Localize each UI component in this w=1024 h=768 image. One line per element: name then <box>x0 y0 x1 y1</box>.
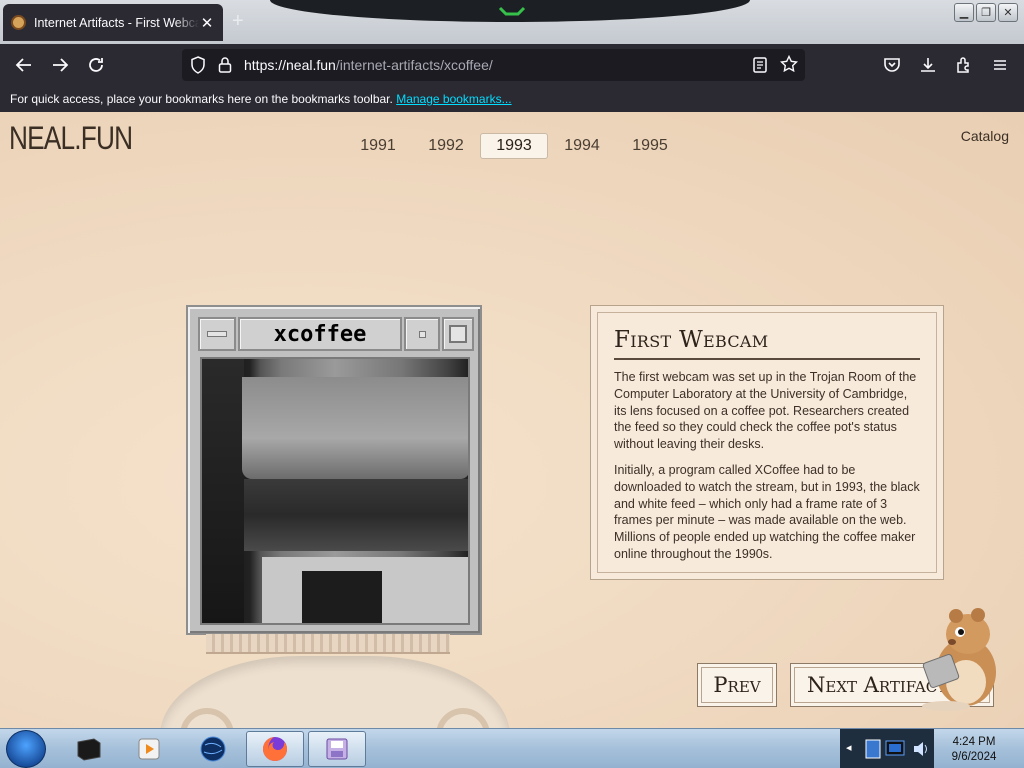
artifact-description-2: Initially, a program called XCoffee had … <box>614 462 920 561</box>
window-menu-icon <box>198 317 236 351</box>
globe-icon[interactable] <box>184 731 242 767</box>
year-tab-1993[interactable]: 1993 <box>480 133 548 159</box>
forward-icon[interactable] <box>48 53 72 77</box>
downloads-icon[interactable] <box>916 53 940 77</box>
reader-view-icon[interactable] <box>752 56 768 74</box>
year-tab-1994[interactable]: 1994 <box>548 133 616 159</box>
back-icon[interactable] <box>12 53 36 77</box>
year-selector: 1991 1992 1993 1994 1995 <box>344 133 684 159</box>
close-window-icon[interactable]: ✕ <box>998 3 1018 22</box>
tracking-shield-icon[interactable] <box>190 56 206 74</box>
restore-icon[interactable]: ❐ <box>976 3 996 22</box>
bookmarks-hint: For quick access, place your bookmarks h… <box>10 92 393 106</box>
decoration-icon <box>498 6 526 16</box>
xcoffee-titlebar: xcoffee <box>198 317 474 351</box>
url-host: https://neal.fun <box>244 57 336 73</box>
show-hidden-icons-icon[interactable]: ◂ <box>846 741 852 754</box>
xcoffee-title: xcoffee <box>238 317 402 351</box>
minimize-icon[interactable]: ▁ <box>954 3 974 22</box>
system-clock[interactable]: 4:24 PM 9/6/2024 <box>934 729 1014 768</box>
tab-title: Internet Artifacts - First Webcam <box>34 15 199 30</box>
clock-date: 9/6/2024 <box>951 751 997 763</box>
coffee-favicon-icon <box>11 15 26 30</box>
catalog-link[interactable]: Catalog <box>961 128 1009 144</box>
artifact-heading: First Webcam <box>614 327 920 360</box>
bookmark-star-icon[interactable] <box>780 55 798 73</box>
artifact-info-panel: First Webcam The first webcam was set up… <box>590 305 944 580</box>
new-tab-icon[interactable]: + <box>232 10 244 33</box>
artifact-description-1: The first webcam was set up in the Troja… <box>614 370 917 452</box>
lock-icon[interactable] <box>218 56 232 74</box>
prev-button[interactable]: Prev <box>697 663 777 707</box>
marble-column-pedestal <box>160 634 510 728</box>
address-bar[interactable]: https://neal.fun/internet-artifacts/xcof… <box>182 49 805 81</box>
browser-tab-bar: Internet Artifacts - First Webcam ✕ + ▁ … <box>0 0 1024 44</box>
url-text[interactable]: https://neal.fun/internet-artifacts/xcof… <box>244 57 493 73</box>
year-tab-1992[interactable]: 1992 <box>412 133 480 159</box>
bookmarks-toolbar: For quick access, place your bookmarks h… <box>0 86 1024 112</box>
site-logo[interactable]: NEAL.FUN <box>9 120 133 157</box>
windows-taskbar: ◂ 4:24 PM 9/6/2024 <box>0 728 1024 768</box>
navigation-toolbar: https://neal.fun/internet-artifacts/xcof… <box>0 44 1024 86</box>
start-button-icon[interactable] <box>6 730 46 768</box>
clock-time: 4:24 PM <box>952 736 996 748</box>
window-controls: ▁ ❐ ✕ <box>954 3 1018 22</box>
network-tray-icon[interactable] <box>884 737 908 761</box>
extensions-icon[interactable] <box>952 53 976 77</box>
maximize-icon <box>442 317 474 351</box>
system-tray: ◂ <box>840 729 934 768</box>
pocket-icon[interactable] <box>880 53 904 77</box>
hamster-mascot-icon[interactable] <box>908 602 1008 712</box>
menu-icon[interactable] <box>988 53 1012 77</box>
xcoffee-window: xcoffee <box>186 305 482 635</box>
floppy-app-icon[interactable] <box>308 731 366 767</box>
volume-tray-icon[interactable] <box>912 739 930 759</box>
media-player-icon[interactable] <box>120 731 178 767</box>
tab-close-icon[interactable]: ✕ <box>199 14 215 32</box>
manage-bookmarks-link[interactable]: Manage bookmarks... <box>396 92 511 106</box>
year-tab-1991[interactable]: 1991 <box>344 133 412 159</box>
url-path: /internet-artifacts/xcoffee/ <box>335 57 493 73</box>
browser-tab-active[interactable]: Internet Artifacts - First Webcam ✕ <box>3 4 223 41</box>
document-tray-icon[interactable] <box>864 738 882 760</box>
year-tab-1995[interactable]: 1995 <box>616 133 684 159</box>
page-content: NEAL.FUN 1991 1992 1993 1994 1995 Catalo… <box>0 112 1024 728</box>
taskbar-app-icon[interactable] <box>60 731 118 767</box>
coffee-pot-webcam-image <box>200 357 470 625</box>
reload-icon[interactable] <box>84 53 108 77</box>
firefox-taskbar-icon[interactable] <box>246 731 304 767</box>
iconify-icon <box>404 317 440 351</box>
